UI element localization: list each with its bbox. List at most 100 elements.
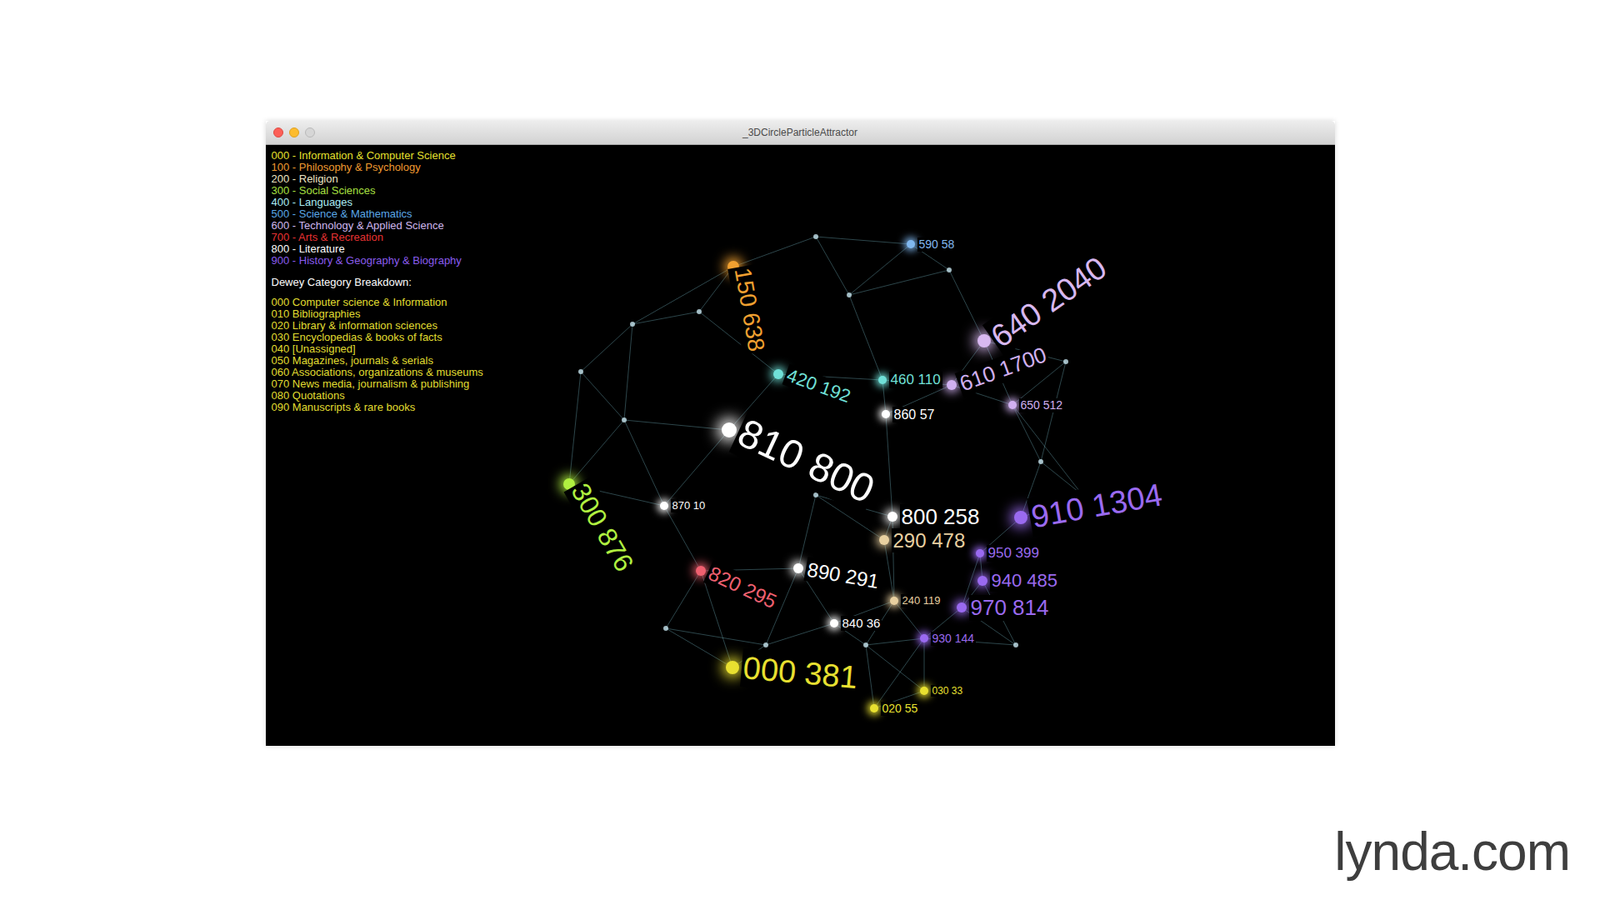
node-dot[interactable]: [1008, 400, 1017, 410]
node-dot[interactable]: [977, 334, 991, 348]
graph-edge: [632, 311, 700, 325]
node-dot[interactable]: [870, 704, 879, 713]
node-label: 840 36: [840, 615, 883, 631]
node-dot[interactable]: [1014, 510, 1028, 525]
graph-edge: [624, 324, 633, 420]
node-label: 290 478: [891, 528, 968, 553]
particle-dot: [1063, 359, 1069, 365]
graph-edge: [865, 645, 875, 709]
node-label: 240 119: [900, 594, 943, 608]
node-dot[interactable]: [881, 410, 890, 419]
graph-edge: [815, 236, 850, 295]
visualization-canvas[interactable]: 000 - Information & Computer Science100 …: [265, 145, 1335, 746]
node-dot[interactable]: [793, 563, 804, 574]
graph-edge: [624, 420, 665, 506]
breakdown-item: 020 Library & information sciences: [271, 320, 539, 332]
graph-edge: [632, 266, 734, 325]
node-dot[interactable]: [920, 634, 929, 643]
graph-edge: [733, 236, 816, 267]
graph-edge: [664, 430, 730, 506]
graph-edge: [923, 638, 925, 691]
node-dot[interactable]: [725, 660, 740, 675]
node-dot[interactable]: [660, 501, 669, 510]
legend-item: 300 - Social Sciences: [271, 185, 539, 197]
legend-item: 600 - Technology & Applied Science: [271, 220, 539, 232]
graph-edge: [865, 638, 925, 645]
particle-dot: [863, 642, 869, 648]
particle-dot: [621, 417, 627, 423]
node-dot[interactable]: [879, 535, 890, 545]
minimize-icon[interactable]: [289, 127, 300, 138]
breakdown-item: 080 Quotations: [271, 390, 539, 402]
node-dot[interactable]: [721, 422, 737, 438]
graph-edge: [569, 371, 581, 485]
legend-item: 100 - Philosophy & Psychology: [271, 161, 539, 174]
node-label: 030 33: [930, 685, 965, 697]
app-window: _3DCircleParticleAttractor 000 - Informat…: [265, 120, 1335, 746]
slide: _3DCircleParticleAttractor 000 - Informat…: [0, 0, 1600, 900]
lynda-watermark: lynda.com: [1334, 822, 1570, 881]
graph-edge: [580, 371, 625, 420]
graph-edge: [849, 270, 950, 295]
window-title: _3DCircleParticleAttractor: [332, 126, 1269, 139]
legend-item: 700 - Arts & Recreation: [271, 231, 539, 244]
node-label: 970 814: [969, 595, 1051, 621]
graph-edge: [665, 570, 701, 629]
node-dot[interactable]: [956, 602, 967, 613]
particle-dot: [1013, 642, 1019, 648]
node-label: 870 10: [670, 499, 708, 513]
particle-dot: [578, 369, 584, 375]
particle-dot: [696, 309, 702, 315]
node-dot[interactable]: [830, 619, 839, 628]
breakdown-item: 060 Associations, organizations & museum…: [271, 366, 539, 379]
node-dot[interactable]: [887, 511, 898, 522]
node-dot[interactable]: [977, 575, 988, 586]
graph-edge: [849, 295, 883, 380]
graph-edge: [1012, 405, 1083, 495]
node-dot[interactable]: [946, 380, 957, 390]
node-dot[interactable]: [695, 565, 706, 576]
legend-item: 900 - History & Geography & Biography: [271, 255, 539, 267]
zoom-icon[interactable]: [305, 127, 315, 138]
graph: 810 800800 258290 478890 291820 295840 3…: [265, 145, 1335, 746]
graph-edge: [765, 623, 835, 645]
graph-edge: [1012, 405, 1041, 462]
particle-dot: [630, 321, 635, 327]
particle-dot: [763, 642, 769, 648]
graph-edge: [664, 505, 701, 571]
graph-edge: [624, 420, 730, 430]
graph-edge: [580, 324, 633, 372]
particle-dot: [1038, 459, 1044, 465]
graph-edge: [865, 645, 925, 691]
graph-edge: [815, 236, 911, 245]
node-label: 000 381: [739, 648, 860, 697]
particle-dot: [813, 234, 819, 240]
breakdown-item: 040 [Unassigned]: [271, 343, 539, 355]
node-label: 860 57: [892, 406, 937, 423]
node-label: 930 144: [930, 631, 977, 646]
node-label: 420 192: [781, 364, 855, 409]
legend-item: 800 - Literature: [271, 243, 539, 255]
node-label: 890 291: [803, 556, 882, 594]
node-label: 640 2040: [981, 247, 1115, 357]
node-label: 910 1304: [1026, 475, 1167, 537]
breakdown-item: 090 Manuscripts & rare books: [271, 401, 539, 414]
close-icon[interactable]: [273, 127, 284, 138]
legend-item: 000 - Information & Computer Science: [271, 150, 539, 162]
node-dot[interactable]: [920, 686, 929, 695]
node-label: 940 485: [990, 570, 1060, 592]
node-label: 150 638: [727, 264, 771, 356]
graph-edge: [665, 628, 766, 645]
node-label: 800 258: [900, 504, 982, 530]
graph-edge: [874, 638, 925, 709]
node-label: 650 512: [1019, 398, 1065, 413]
node-dot[interactable]: [975, 549, 985, 558]
node-label: 950 399: [986, 545, 1041, 562]
node-dot[interactable]: [878, 375, 887, 385]
node-dot[interactable]: [906, 240, 915, 249]
node-label: 810 800: [728, 408, 883, 515]
node-dot[interactable]: [890, 596, 899, 605]
particle-dot: [946, 267, 952, 273]
particle-dot: [846, 292, 852, 298]
node-dot[interactable]: [773, 369, 784, 380]
